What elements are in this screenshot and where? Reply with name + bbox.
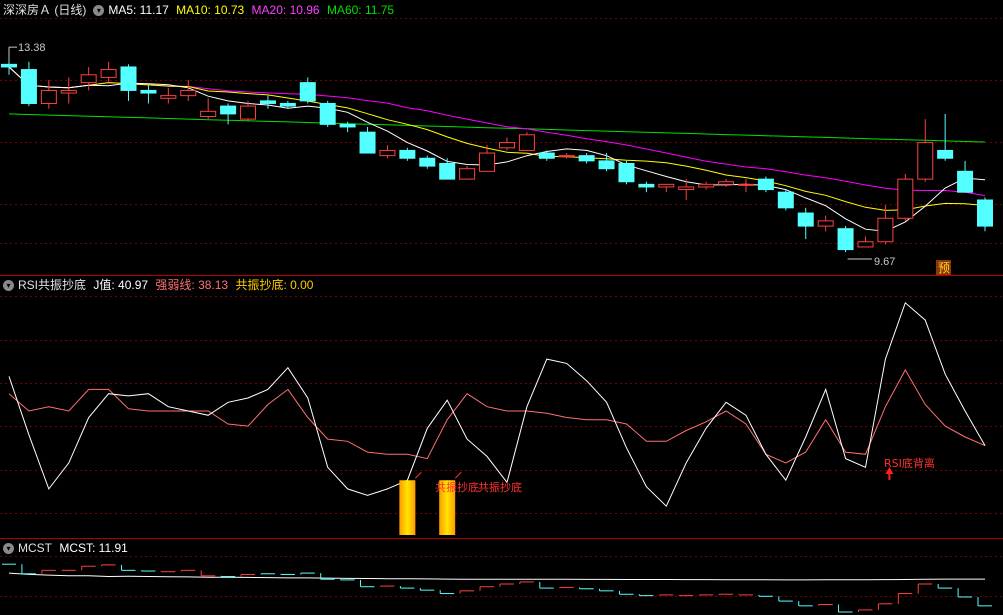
- candle[interactable]: [60, 89, 77, 94]
- rsi-bottom-value: 共振抄底: 0.00: [235, 278, 314, 292]
- candle[interactable]: [279, 102, 296, 107]
- forecast-badge: 预: [938, 261, 950, 275]
- candle[interactable]: [957, 170, 974, 193]
- candle[interactable]: [120, 66, 137, 91]
- candle[interactable]: [638, 183, 655, 188]
- candle[interactable]: [598, 160, 615, 170]
- rsi-j-line: [8, 301, 986, 508]
- divergence-arrow-icon: [885, 467, 894, 480]
- signal-annotation-1: 共振抄底: [435, 480, 479, 494]
- candle[interactable]: [977, 199, 993, 227]
- candle[interactable]: [419, 157, 436, 167]
- candle[interactable]: [698, 183, 715, 188]
- candle[interactable]: [558, 155, 575, 158]
- ma5-line: [8, 66, 986, 232]
- forecast-badge-bg: [936, 260, 951, 275]
- candle[interactable]: [718, 181, 735, 185]
- ma60-line: [8, 113, 986, 143]
- rsi-name: RSI共振抄底: [18, 278, 87, 292]
- candle[interactable]: [299, 82, 316, 102]
- candle[interactable]: [220, 105, 237, 115]
- candle[interactable]: [439, 162, 456, 180]
- candle[interactable]: [240, 105, 257, 120]
- rsi-weak-value: 强弱线: 38.13: [155, 278, 229, 292]
- mcst-value: MCST: 11.91: [59, 541, 128, 555]
- stock-chart[interactable]: 13.38 9.67 预 共振抄底 共振抄底 RSI底背离: [0, 0, 1003, 615]
- rsi-header: ▾ RSI共振抄底 J值: 40.97 强弱线: 38.13 共振抄底: 0.00: [0, 276, 317, 294]
- price-header: 深深房Ａ (日线) ▾ MA5: 11.17 MA10: 10.73 MA20: 1…: [0, 1, 398, 19]
- candle[interactable]: [757, 178, 774, 191]
- ma10-label: MA10: 10.73: [176, 3, 245, 17]
- candle[interactable]: [817, 220, 834, 227]
- signal-annotation-2: 共振抄底: [478, 480, 522, 494]
- candle[interactable]: [200, 110, 217, 118]
- candle[interactable]: [737, 183, 754, 186]
- candle[interactable]: [498, 142, 515, 149]
- rsi-weak-line: [8, 368, 986, 464]
- candle[interactable]: [379, 149, 396, 157]
- candle[interactable]: [259, 100, 276, 104]
- candle[interactable]: [160, 95, 177, 99]
- candle[interactable]: [857, 241, 874, 248]
- candle[interactable]: [100, 69, 117, 78]
- candle[interactable]: [897, 178, 914, 219]
- rsi-chevron-icon[interactable]: ▾: [3, 280, 14, 292]
- signal-arrow: [454, 471, 462, 479]
- mcst-header: ▾ MCST MCST: 11.91: [0, 539, 132, 557]
- candle[interactable]: [479, 152, 496, 172]
- candle[interactable]: [618, 162, 635, 183]
- candle[interactable]: [877, 217, 894, 243]
- candle[interactable]: [658, 183, 675, 188]
- candle[interactable]: [678, 186, 695, 191]
- ma20-label: MA20: 10.96: [251, 3, 320, 17]
- bottom-signal-bar: [399, 480, 416, 535]
- ma60-label: MA60: 11.75: [326, 3, 395, 17]
- rsi-j-value: J值: 40.97: [93, 278, 149, 292]
- candle[interactable]: [459, 168, 476, 180]
- candle[interactable]: [339, 123, 356, 128]
- ma20-line: [8, 66, 986, 197]
- high-price-label: 13.38: [18, 42, 46, 54]
- candle[interactable]: [319, 102, 336, 125]
- mcst-name: MCST: [18, 541, 52, 555]
- divergence-annotation: RSI底背离: [884, 456, 935, 470]
- ma5-label: MA5: 11.17: [108, 3, 169, 17]
- candle[interactable]: [20, 69, 37, 104]
- candle[interactable]: [797, 212, 814, 227]
- mcst-line: [8, 572, 985, 581]
- stock-name[interactable]: 深深房Ａ (日线): [3, 3, 86, 17]
- candle[interactable]: [578, 155, 595, 162]
- candle[interactable]: [80, 74, 97, 84]
- candle[interactable]: [140, 89, 157, 94]
- candle[interactable]: [1, 63, 17, 68]
- candle[interactable]: [777, 191, 794, 209]
- low-price-label: 9.67: [874, 256, 895, 268]
- mcst-chevron-icon[interactable]: ▾: [3, 543, 14, 555]
- bottom-signal-bar: [439, 480, 456, 535]
- candle[interactable]: [937, 149, 954, 159]
- ma10-line: [8, 66, 986, 211]
- candle[interactable]: [40, 89, 57, 104]
- candle[interactable]: [359, 131, 376, 154]
- candle[interactable]: [180, 89, 197, 97]
- candle[interactable]: [917, 142, 934, 180]
- settings-chevron-icon[interactable]: ▾: [93, 5, 105, 17]
- candle[interactable]: [837, 228, 854, 251]
- candle[interactable]: [538, 152, 555, 159]
- candle[interactable]: [399, 149, 416, 159]
- candle[interactable]: [518, 134, 535, 151]
- signal-arrow: [415, 471, 422, 479]
